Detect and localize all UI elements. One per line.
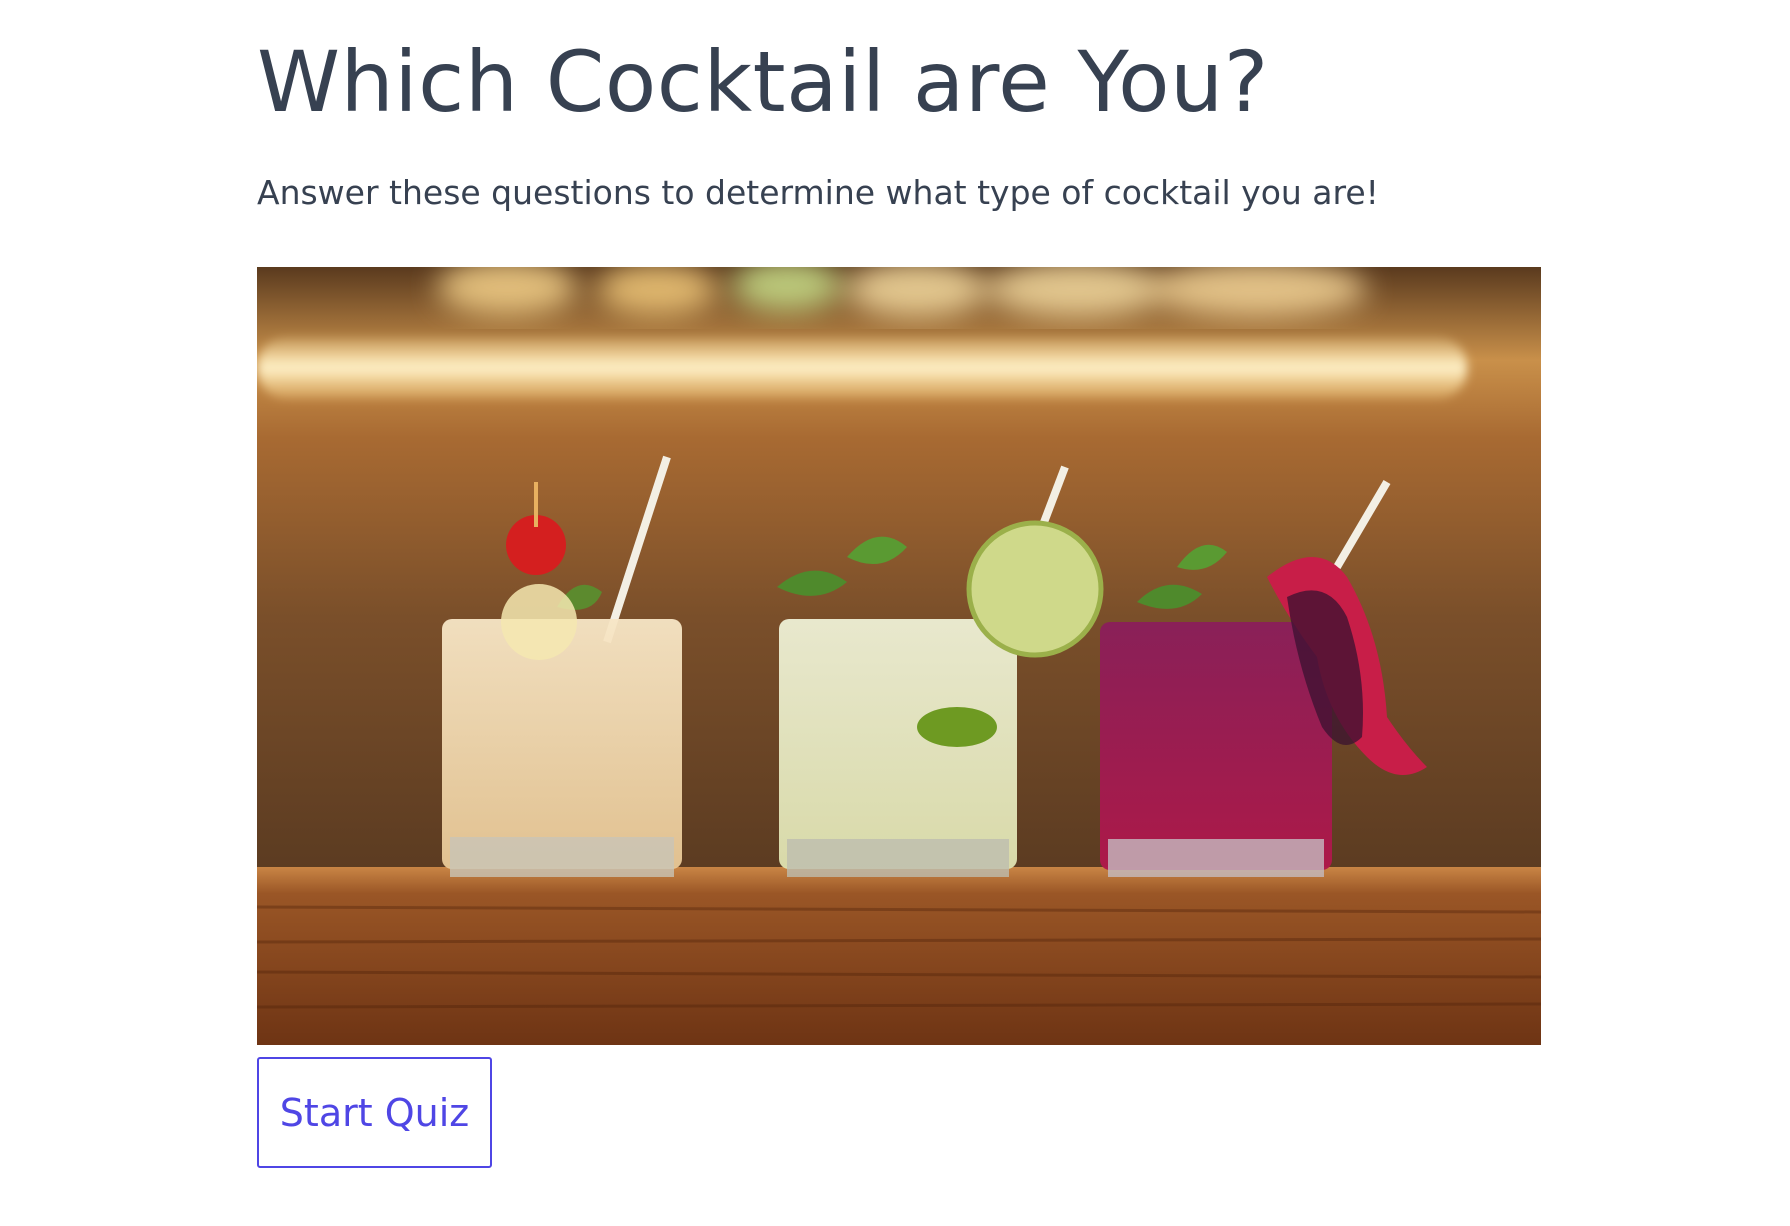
- hero-image: [257, 267, 1541, 1045]
- start-quiz-button[interactable]: Start Quiz: [257, 1057, 492, 1168]
- quiz-landing-page: Which Cocktail are You? Answer these que…: [0, 0, 1790, 1226]
- page-title: Which Cocktail are You?: [257, 33, 1269, 131]
- page-subtitle: Answer these questions to determine what…: [257, 173, 1379, 212]
